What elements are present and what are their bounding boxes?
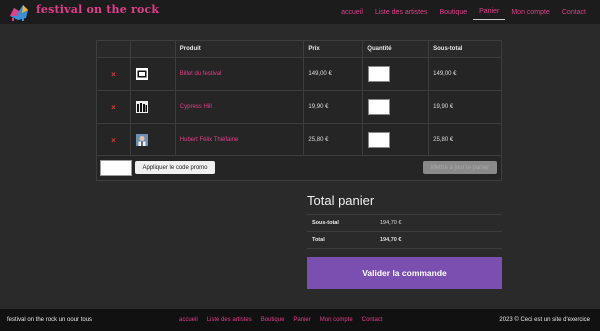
checkout-button[interactable]: Valider la commande bbox=[307, 257, 502, 289]
footer-copyright: 2023 © Ceci est un site d'exercice bbox=[499, 317, 590, 323]
update-cart-button[interactable]: Mettre à jour le panier bbox=[423, 161, 497, 174]
product-link[interactable]: Hubert Félix Thiéfaine bbox=[180, 137, 239, 143]
cart-header-row: Produit Prix Quantité Sous-total bbox=[96, 40, 502, 58]
header-remove bbox=[96, 40, 131, 58]
product-cell: Hubert Félix Thiéfaine bbox=[174, 123, 305, 157]
footer-nav-accueil[interactable]: accueil bbox=[179, 317, 198, 323]
quantity-input[interactable] bbox=[368, 66, 391, 82]
cart-table: Produit Prix Quantité Sous-total × Bille… bbox=[96, 40, 502, 157]
header-quantity: Quantité bbox=[362, 40, 430, 58]
footer-nav-panier[interactable]: Panier bbox=[293, 317, 310, 323]
band-thumbnail[interactable] bbox=[135, 101, 148, 113]
nav-contact[interactable]: Contact bbox=[556, 0, 592, 24]
subtotal-cell: 19,90 € bbox=[428, 90, 502, 124]
subtotal-row: Sous-total 194,70 € bbox=[307, 214, 502, 232]
nav-mon-compte[interactable]: Mon compte bbox=[505, 0, 556, 24]
artist-thumbnail[interactable] bbox=[135, 134, 148, 146]
quantity-cell bbox=[362, 57, 430, 91]
table-row: × Hubert Félix Thiéfaine 25,80 € 25,80 € bbox=[96, 123, 502, 157]
nav-boutique[interactable]: Boutique bbox=[433, 0, 473, 24]
header-price: Prix bbox=[303, 40, 364, 58]
quantity-cell bbox=[362, 123, 430, 157]
table-row: × Billet du festival 149,00 € 149,00 € bbox=[96, 57, 502, 91]
nav-accueil[interactable]: accueil bbox=[335, 0, 369, 24]
remove-cell: × bbox=[96, 123, 131, 157]
coupon-input[interactable] bbox=[100, 160, 132, 176]
thumb-cell bbox=[129, 123, 176, 157]
product-link[interactable]: Cypress Hill bbox=[180, 104, 212, 110]
price-cell: 25,80 € bbox=[303, 123, 364, 157]
header-product: Produit bbox=[174, 40, 305, 58]
site-header: festival on the rock accueil Liste des a… bbox=[0, 0, 600, 24]
quantity-cell bbox=[362, 90, 430, 124]
cart-totals-table: Sous-total 194,70 € Total 194,70 € bbox=[307, 214, 502, 249]
remove-item-icon[interactable]: × bbox=[111, 103, 116, 112]
site-title[interactable]: festival on the rock bbox=[36, 3, 159, 16]
site-footer: festival on the rock un oour tous accuei… bbox=[0, 309, 600, 331]
header-subtotal: Sous-total bbox=[428, 40, 502, 58]
footer-tagline: festival on the rock un oour tous bbox=[7, 317, 93, 323]
price-cell: 19,90 € bbox=[303, 90, 364, 124]
total-row: Total 194,70 € bbox=[307, 231, 502, 249]
nav-liste-des-artistes[interactable]: Liste des artistes bbox=[369, 0, 434, 24]
footer-nav-contact[interactable]: Contact bbox=[362, 317, 383, 323]
subtotal-cell: 25,80 € bbox=[428, 123, 502, 157]
subtotal-cell: 149,00 € bbox=[428, 57, 502, 91]
header-thumbnail bbox=[129, 40, 176, 58]
product-cell: Cypress Hill bbox=[174, 90, 305, 124]
subtotal-label: Sous-total bbox=[307, 214, 375, 232]
remove-cell: × bbox=[96, 90, 131, 124]
remove-item-icon[interactable]: × bbox=[111, 70, 116, 79]
remove-item-icon[interactable]: × bbox=[111, 136, 116, 145]
ticket-thumbnail[interactable] bbox=[135, 68, 148, 80]
coupon-row: Appliquer le code promo Mettre à jour le… bbox=[96, 155, 502, 181]
remove-cell: × bbox=[96, 57, 131, 91]
logo-icon[interactable] bbox=[8, 2, 30, 22]
subtotal-value: 194,70 € bbox=[375, 214, 502, 232]
footer-nav-boutique[interactable]: Boutique bbox=[261, 317, 285, 323]
table-row: × Cypress Hill 19,90 € 19,90 € bbox=[96, 90, 502, 124]
cart-totals-title: Total panier bbox=[307, 193, 375, 208]
total-label: Total bbox=[307, 231, 375, 249]
footer-nav: accueil Liste des artistes Boutique Pani… bbox=[179, 317, 382, 323]
total-value: 194,70 € bbox=[375, 231, 502, 249]
apply-coupon-button[interactable]: Appliquer le code promo bbox=[135, 161, 215, 174]
quantity-input[interactable] bbox=[368, 132, 391, 148]
main-nav: accueil Liste des artistes Boutique Pani… bbox=[335, 0, 592, 24]
thumb-cell bbox=[129, 90, 176, 124]
product-cell: Billet du festival bbox=[174, 57, 305, 91]
thumb-cell bbox=[129, 57, 176, 91]
price-cell: 149,00 € bbox=[303, 57, 364, 91]
footer-nav-mon-compte[interactable]: Mon compte bbox=[320, 317, 353, 323]
quantity-input[interactable] bbox=[368, 99, 391, 115]
footer-nav-liste-des-artistes[interactable]: Liste des artistes bbox=[207, 317, 252, 323]
nav-panier[interactable]: Panier bbox=[473, 4, 506, 20]
product-link[interactable]: Billet du festival bbox=[180, 71, 222, 77]
